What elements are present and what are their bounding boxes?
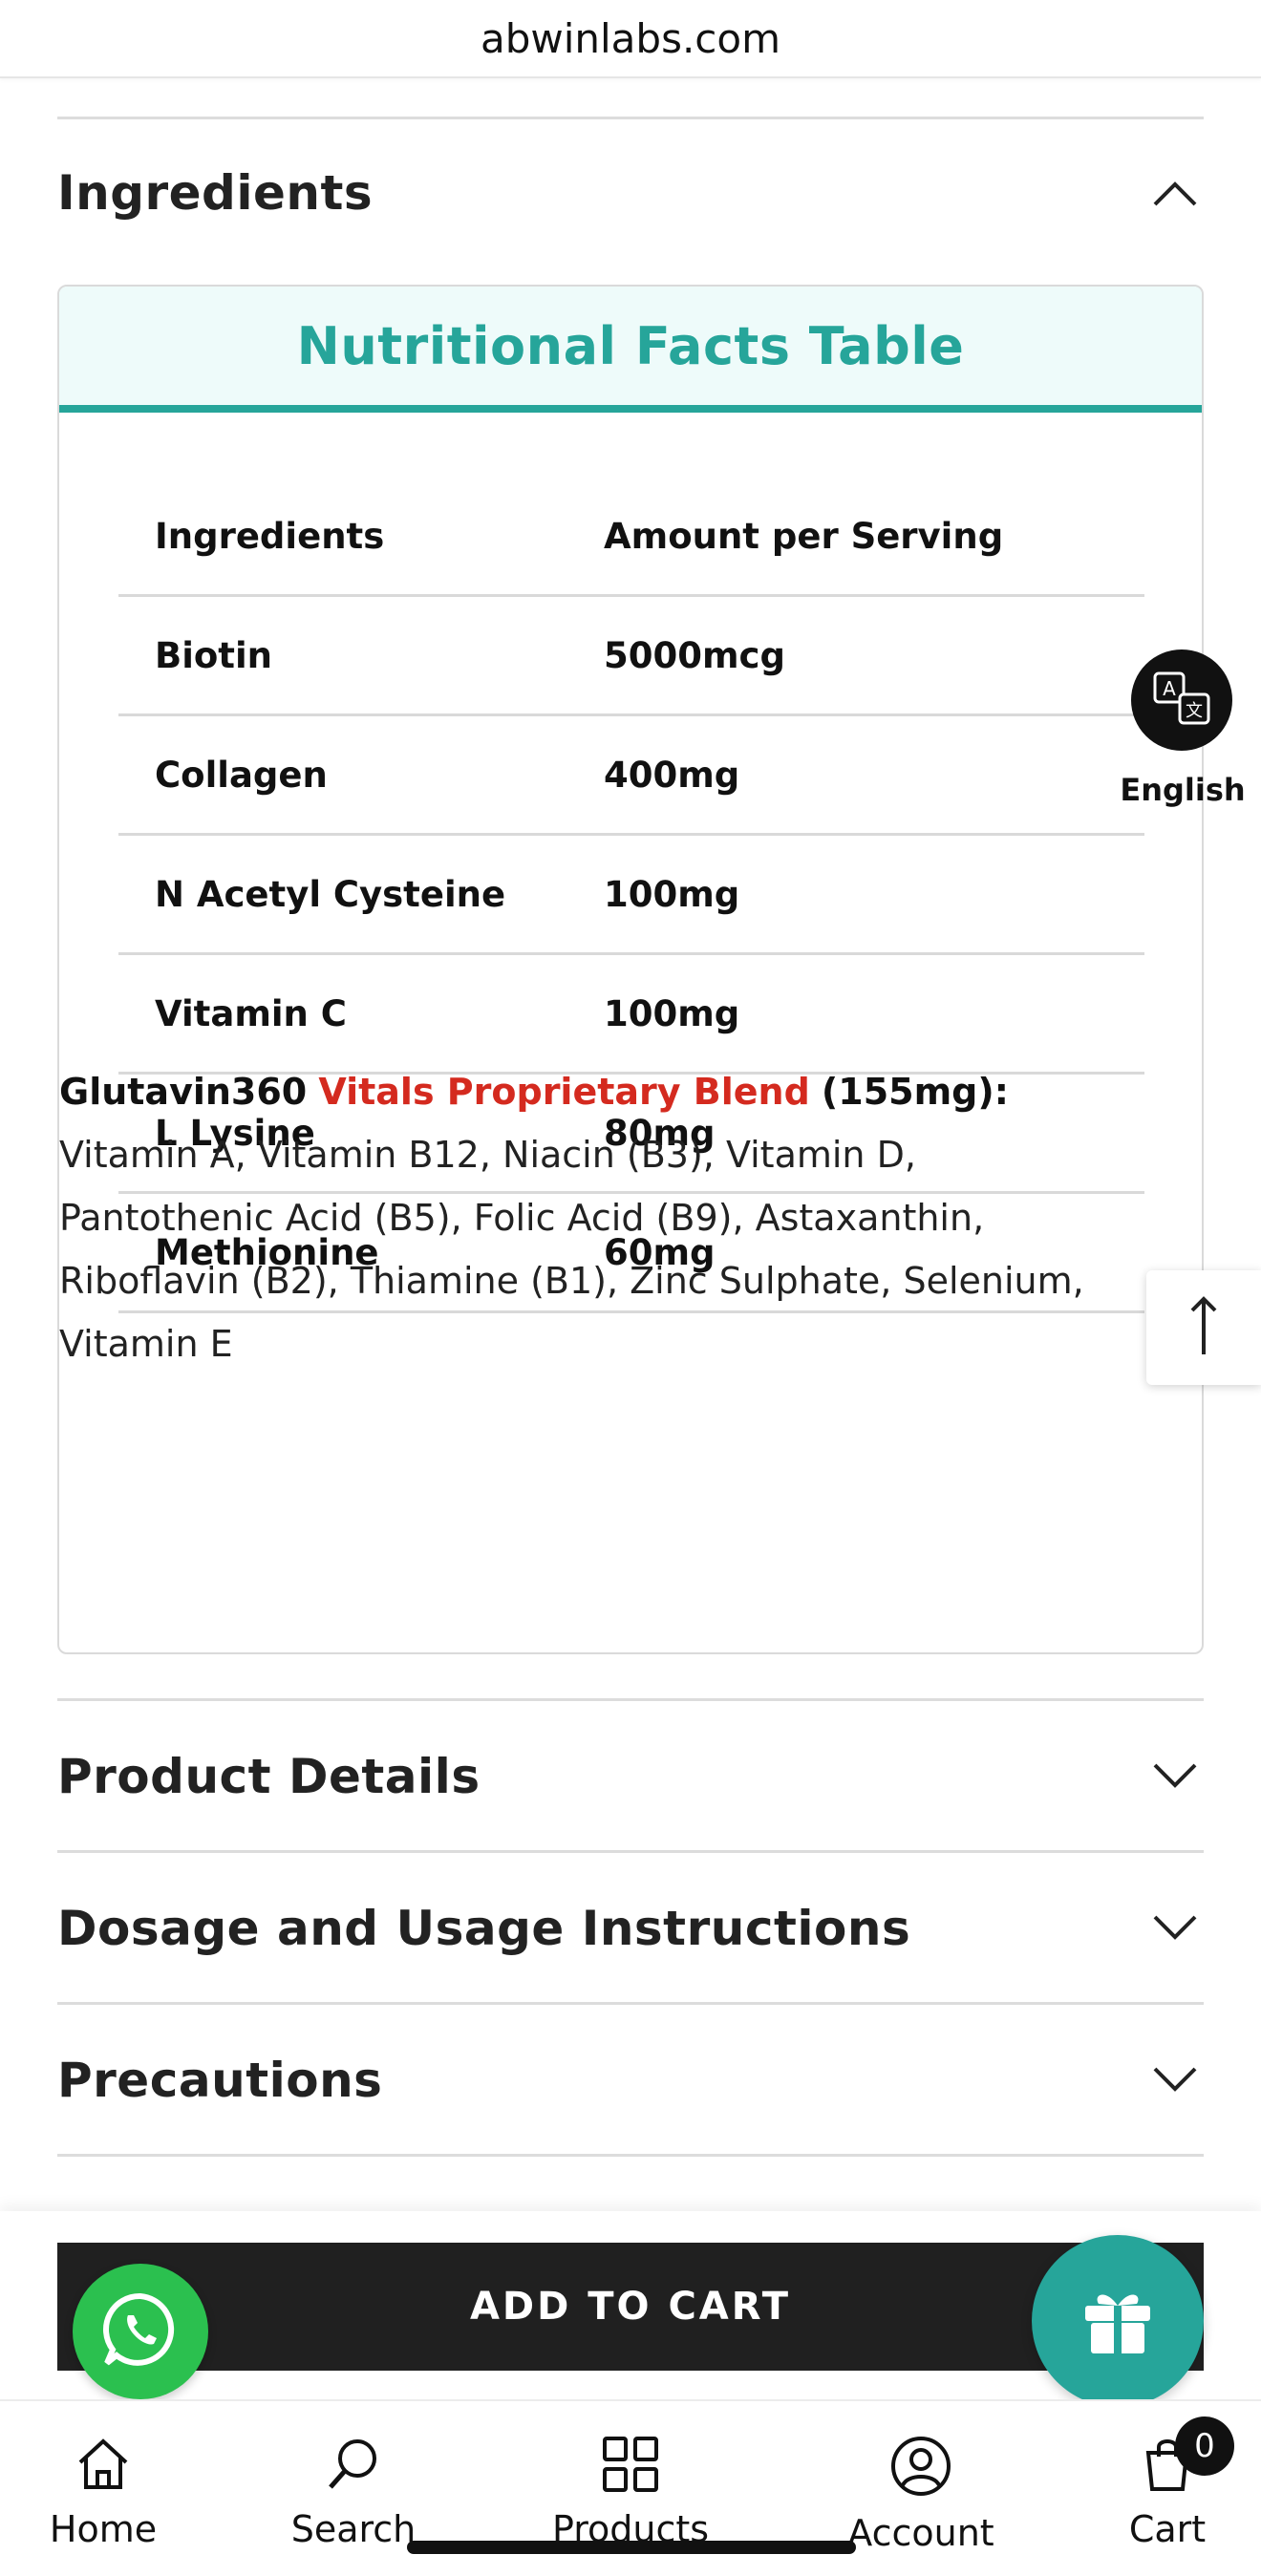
scroll-to-top-button[interactable] <box>1146 1270 1261 1385</box>
blend-name: Vitals Proprietary Blend <box>318 1071 810 1113</box>
nav-label: Search <box>290 2508 417 2550</box>
divider <box>57 117 1204 119</box>
chevron-down-icon <box>1146 2052 1204 2109</box>
accordion-title: Product Details <box>57 1749 481 1804</box>
add-to-cart-button[interactable]: ADD TO CART <box>57 2243 1204 2371</box>
nav-label: Cart <box>1128 2508 1207 2550</box>
blend-brand: Glutavin360 <box>59 1071 308 1113</box>
accordion-precautions[interactable]: Precautions <box>57 2048 1204 2113</box>
whatsapp-icon <box>99 2289 182 2374</box>
whatsapp-button[interactable] <box>73 2264 208 2399</box>
nutrition-facts-header: Nutritional Facts Table <box>59 287 1202 413</box>
table-row: Biotin 5000mcg <box>118 597 1144 716</box>
ingredient-amount: 100mg <box>604 873 740 915</box>
accordion-ingredients[interactable]: Ingredients <box>57 160 1204 225</box>
chevron-down-icon <box>1146 1748 1204 1805</box>
nav-search[interactable]: Search <box>258 2436 449 2550</box>
home-icon <box>75 2436 132 2497</box>
ingredient-name: N Acetyl Cysteine <box>155 873 506 915</box>
gift-icon <box>1078 2279 1158 2363</box>
column-header-amount: Amount per Serving <box>604 515 1004 557</box>
translate-button[interactable]: A 文 <box>1131 649 1232 751</box>
search-icon <box>325 2436 382 2497</box>
ingredient-name: Biotin <box>155 634 273 676</box>
chevron-down-icon <box>1146 1900 1204 1957</box>
divider <box>57 2154 1204 2157</box>
ingredient-amount: 400mg <box>604 754 740 796</box>
column-header-ingredient: Ingredients <box>155 515 385 557</box>
divider <box>57 1850 1204 1853</box>
cart-count-badge: 0 <box>1175 2416 1234 2476</box>
url-text: abwinlabs.com <box>480 14 781 62</box>
table-row: Vitamin C 100mg <box>118 955 1144 1075</box>
add-to-cart-label: ADD TO CART <box>469 2285 792 2329</box>
nutrition-facts-card: Nutritional Facts Table Ingredients Amou… <box>57 285 1204 1654</box>
ingredient-name: Collagen <box>155 754 328 796</box>
nutrition-facts-title: Nutritional Facts Table <box>296 315 965 376</box>
accordion-title: Precautions <box>57 2053 383 2108</box>
accordion-dosage[interactable]: Dosage and Usage Instructions <box>57 1896 1204 1961</box>
home-indicator <box>407 2541 856 2554</box>
nav-home[interactable]: Home <box>8 2436 199 2550</box>
translate-icon: A 文 <box>1151 668 1212 733</box>
proprietary-blend-text: Glutavin360 Vitals Proprietary Blend (15… <box>59 1060 1110 1375</box>
nav-account[interactable]: Account <box>825 2436 1016 2554</box>
table-row: Collagen 400mg <box>118 716 1144 836</box>
accordion-product-details[interactable]: Product Details <box>57 1744 1204 1809</box>
table-row: N Acetyl Cysteine 100mg <box>118 836 1144 955</box>
blend-amount: (155mg): <box>821 1071 1009 1113</box>
blend-ingredients: Vitamin A, Vitamin B12, Niacin (B3), Vit… <box>59 1134 1084 1365</box>
arrow-up-icon <box>1189 1295 1218 1360</box>
nav-label: Account <box>847 2512 994 2554</box>
account-icon <box>890 2436 951 2501</box>
svg-text:文: 文 <box>1186 701 1203 721</box>
divider <box>57 2002 1204 2005</box>
ingredient-amount: 100mg <box>604 992 740 1034</box>
nav-label: Home <box>49 2508 158 2550</box>
nav-products[interactable]: Products <box>535 2436 726 2550</box>
language-label[interactable]: English <box>1116 772 1250 808</box>
chevron-up-icon <box>1146 164 1204 222</box>
svg-text:A: A <box>1163 677 1176 700</box>
grid-icon <box>602 2436 659 2497</box>
address-bar[interactable]: abwinlabs.com <box>0 0 1261 78</box>
accordion-title: Ingredients <box>57 165 374 221</box>
ingredient-name: Vitamin C <box>155 992 347 1034</box>
divider <box>57 1698 1204 1701</box>
accordion-title: Dosage and Usage Instructions <box>57 1901 911 1956</box>
gift-button[interactable] <box>1032 2235 1204 2407</box>
ingredient-amount: 5000mcg <box>604 634 785 676</box>
table-header-row: Ingredients Amount per Serving <box>118 478 1144 597</box>
